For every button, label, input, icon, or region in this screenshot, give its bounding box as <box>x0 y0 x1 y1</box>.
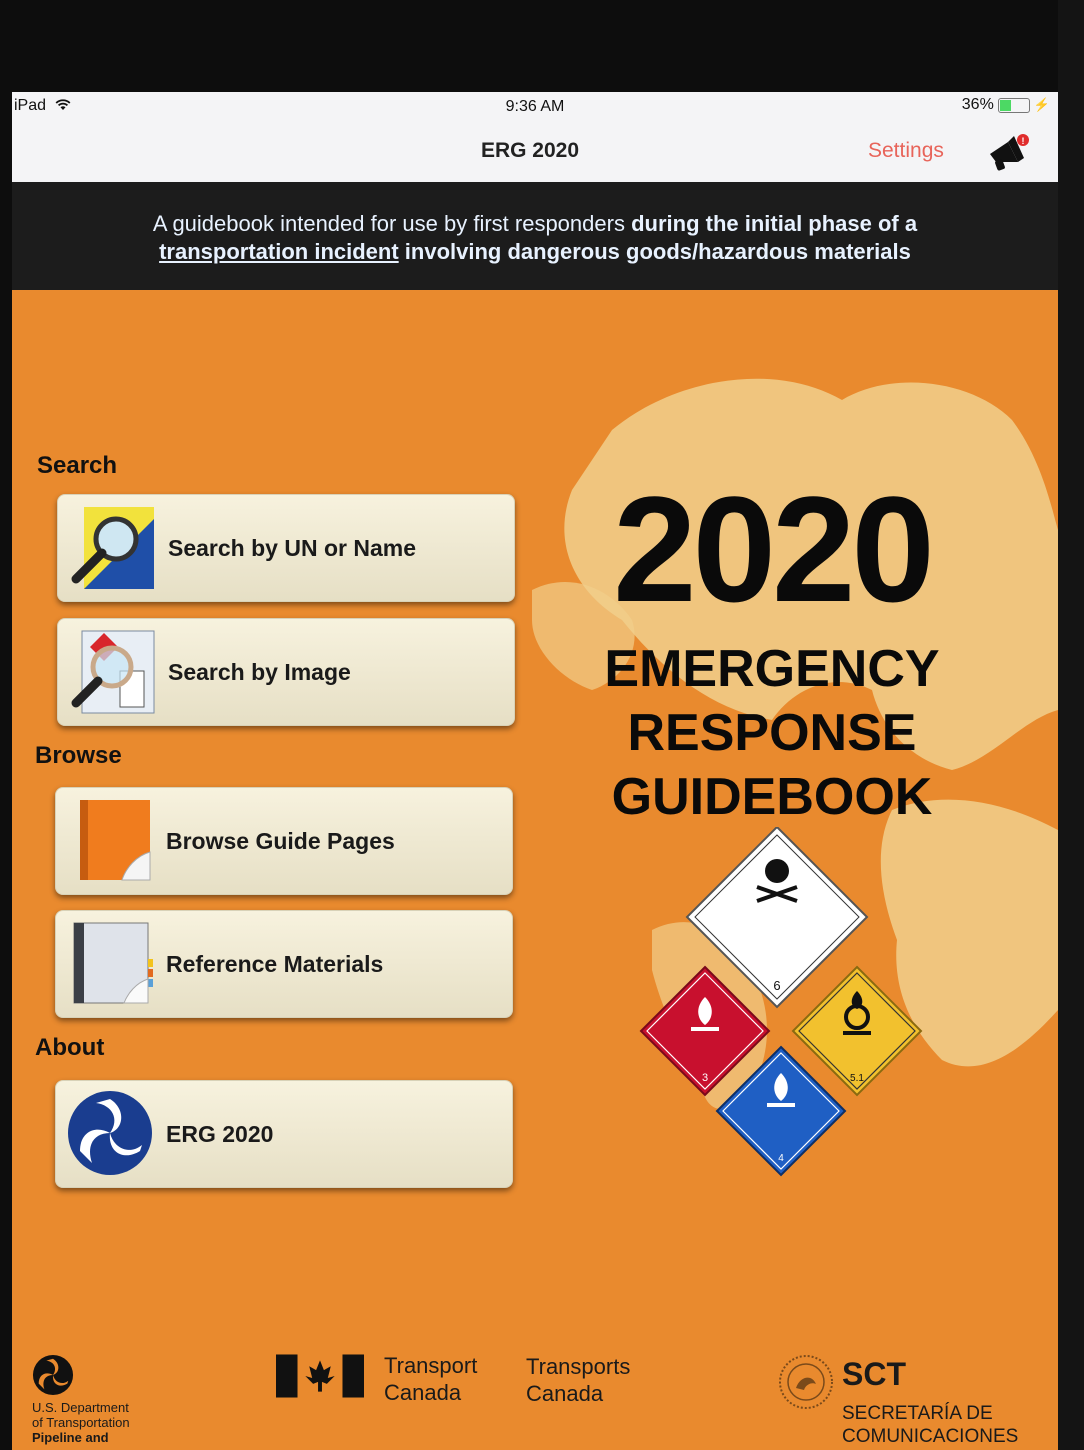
cover-title-line1: EMERGENCY <box>604 640 940 698</box>
charging-icon: ⚡ <box>1033 97 1050 112</box>
tagline-part2: during the initial phase of a <box>631 211 918 236</box>
placard-3-number: 3 <box>702 1072 708 1084</box>
search-un-icon <box>71 507 154 589</box>
megaphone-icon[interactable]: ! <box>984 128 1032 174</box>
reference-book-icon <box>73 922 153 1004</box>
usdot-line2: of Transportation <box>32 1415 130 1430</box>
canada-flag-icon <box>276 1354 364 1398</box>
usdot-line1: U.S. Department <box>32 1400 129 1415</box>
placard-oxidizer-icon: 5.1 <box>791 965 923 1097</box>
cover-year: 2020 <box>613 465 935 633</box>
sct-name: SECRETARÍA DE COMUNICACIONES <box>842 1402 1018 1448</box>
browse-guide-pages-label: Browse Guide Pages <box>166 828 395 854</box>
status-bar: iPad 9:36 AM 36% ⚡ <box>12 92 1058 120</box>
section-search-heading: Search <box>37 452 118 479</box>
placard-4-number: 4 <box>778 1153 784 1164</box>
guide-book-icon <box>80 800 151 881</box>
about-erg-label: ERG 2020 <box>166 1121 274 1147</box>
search-by-image-button[interactable]: Search by Image <box>57 618 515 726</box>
clock: 9:36 AM <box>505 98 565 115</box>
battery-percent: 36% <box>961 96 994 113</box>
tagline-link[interactable]: transportation incident <box>159 239 399 264</box>
section-browse-heading: Browse <box>35 742 122 769</box>
reference-materials-button[interactable]: Reference Materials <box>55 910 513 1018</box>
about-erg-button[interactable]: ERG 2020 <box>55 1080 513 1188</box>
usdot-logo-icon <box>68 1091 152 1175</box>
usdot-line3: Pipeline and <box>32 1430 109 1445</box>
usdot-footer-logo-icon <box>32 1354 74 1396</box>
transport-canada-en: Transport Canada <box>384 1352 477 1406</box>
sct-line1: SECRETARÍA DE <box>842 1403 993 1424</box>
tc-en-line2: Canada <box>384 1380 462 1405</box>
svg-text:!: ! <box>1022 136 1025 146</box>
placard-flammable-icon: 3 <box>639 965 771 1097</box>
search-by-un-button[interactable]: Search by UN or Name <box>57 494 515 602</box>
placard-6-number: 6 <box>773 978 780 993</box>
search-by-un-label: Search by UN or Name <box>168 535 416 561</box>
tc-fr-line2: Canada <box>526 1381 604 1406</box>
section-about-heading: About <box>35 1034 105 1061</box>
browse-guide-pages-button[interactable]: Browse Guide Pages <box>55 787 513 895</box>
tagline-part1: A guidebook intended for use by first re… <box>152 211 632 236</box>
nav-bar: ERG 2020 Settings ! <box>12 120 1058 183</box>
tagline-part3: involving dangerous goods/hazardous mate… <box>398 239 911 264</box>
search-by-image-label: Search by Image <box>168 659 351 685</box>
transports-canada-fr: Transports Canada <box>526 1353 630 1407</box>
mexico-seal-icon <box>779 1355 833 1409</box>
tc-fr-line1: Transports <box>526 1354 631 1379</box>
sct-abbr: SCT <box>842 1356 906 1392</box>
settings-button[interactable]: Settings <box>868 139 944 163</box>
cover-title-line3: GUIDEBOOK <box>611 768 933 826</box>
hazard-placards: 6 3 5.1 4 <box>639 827 923 1177</box>
search-image-icon <box>71 630 155 714</box>
tagline-banner: A guidebook intended for use by first re… <box>12 182 1058 290</box>
cover-title-line2: RESPONSE <box>627 704 917 762</box>
tagline-text: A guidebook intended for use by first re… <box>92 210 978 266</box>
status-right: 36% ⚡ <box>962 96 1050 114</box>
placard-51-number: 5.1 <box>850 1073 864 1084</box>
usdot-footer-text: U.S. Department of Transportation Pipeli… <box>32 1400 130 1445</box>
reference-materials-label: Reference Materials <box>166 951 384 977</box>
cover-title: EMERGENCY RESPONSE GUIDEBOOK <box>552 637 992 829</box>
placard-water-reactive-icon: 4 <box>715 1045 847 1177</box>
battery-icon <box>997 97 1030 113</box>
sct-line2: COMUNICACIONES <box>842 1426 1019 1447</box>
device-bezel <box>1058 0 1084 1450</box>
app-screen: iPad 9:36 AM 36% ⚡ ERG 2020 Settings ! A… <box>12 92 1058 1450</box>
tc-en-line1: Transport <box>384 1353 478 1378</box>
